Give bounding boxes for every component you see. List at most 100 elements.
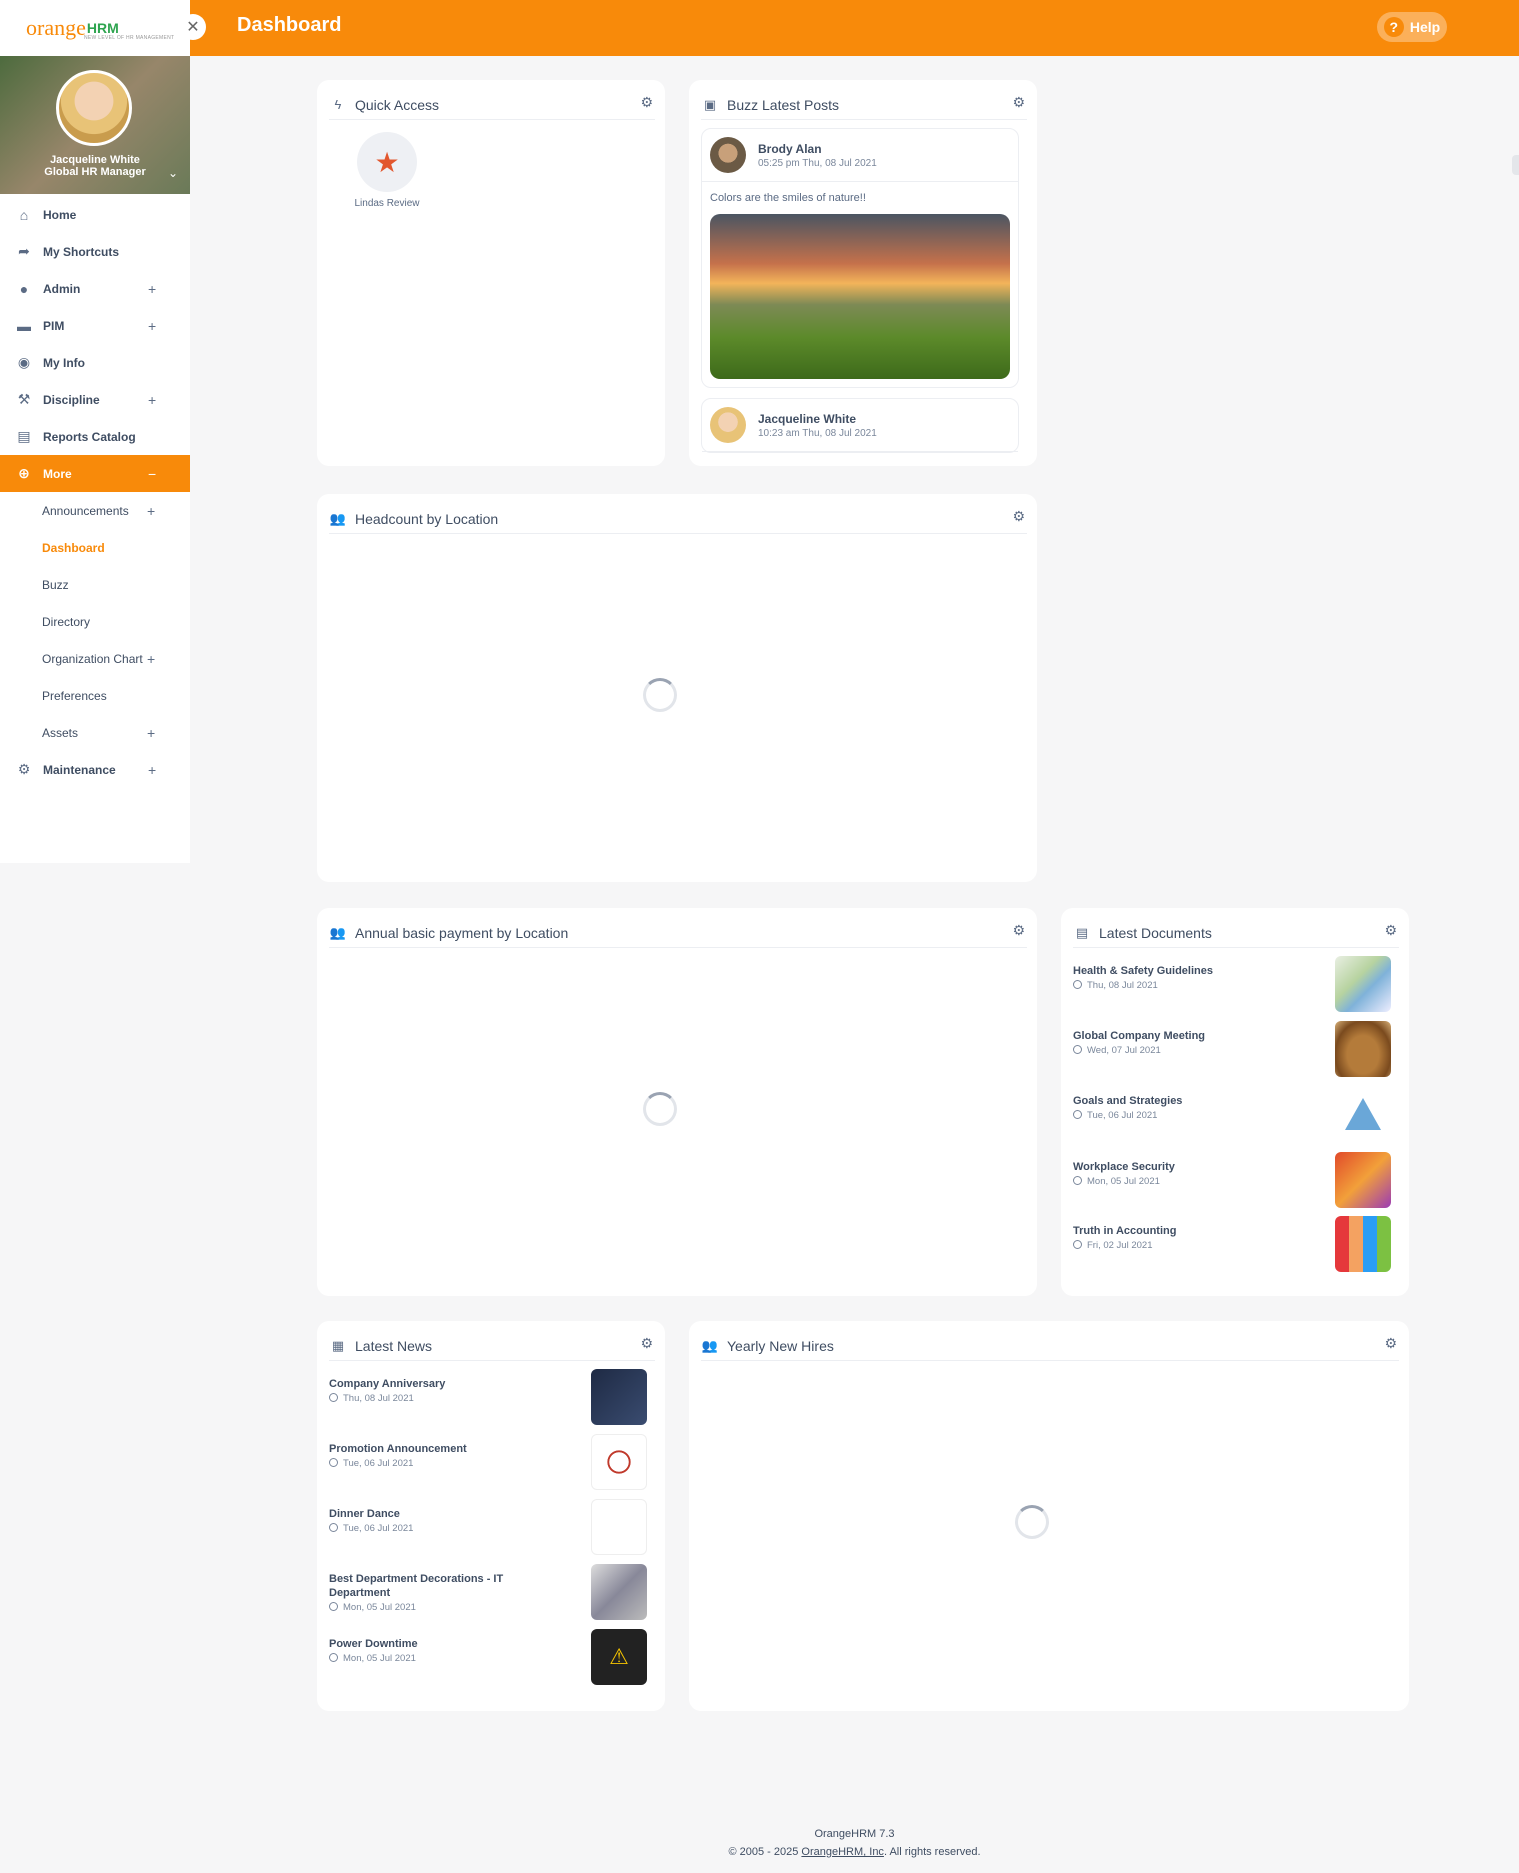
quick-access-label: Lindas Review <box>354 198 420 209</box>
logo-hrm: HRM <box>86 20 119 36</box>
subnav-label: Buzz <box>42 577 69 592</box>
gear-icon[interactable]: ⚙ <box>1012 922 1025 939</box>
post-author[interactable]: Jacqueline White <box>758 412 877 426</box>
people-icon: 👥 <box>701 1337 719 1353</box>
news-item[interactable]: Promotion Announcement Tue, 06 Jul 2021 <box>329 1434 647 1490</box>
expand-plus-icon[interactable]: + <box>148 762 156 778</box>
warning-icon[interactable]: ⚠ <box>591 1629 647 1685</box>
document-title[interactable]: Workplace Security <box>1073 1160 1273 1174</box>
gear-icon[interactable]: ⚙ <box>1384 922 1397 939</box>
document-thumbnail[interactable] <box>1335 1021 1391 1077</box>
gear-icon[interactable]: ⚙ <box>1012 94 1025 111</box>
post-author[interactable]: Brody Alan <box>758 142 877 156</box>
news-thumbnail[interactable] <box>591 1499 647 1555</box>
logo-text: orange <box>26 15 86 40</box>
news-item[interactable]: Best Department Decorations - IT Departm… <box>329 1564 647 1620</box>
news-item[interactable]: Dinner Dance Tue, 06 Jul 2021 <box>329 1499 647 1555</box>
news-title[interactable]: Company Anniversary <box>329 1377 529 1391</box>
document-date: Tue, 06 Jul 2021 <box>1073 1110 1157 1121</box>
expand-plus-icon[interactable]: + <box>148 318 156 334</box>
subnav-announcements[interactable]: Announcements + <box>0 492 190 529</box>
gear-icon[interactable]: ⚙ <box>1384 1335 1397 1352</box>
nav-pim[interactable]: ▬ PIM + <box>0 307 190 344</box>
buzz-post[interactable]: Jacqueline White 10:23 am Thu, 08 Jul 20… <box>701 398 1019 453</box>
expand-plus-icon[interactable]: + <box>147 725 155 741</box>
profile-name: Jacqueline White <box>50 154 140 166</box>
gear-icon[interactable]: ⚙ <box>640 1335 653 1352</box>
subnav-dashboard[interactable]: Dashboard <box>0 529 190 566</box>
quick-access-item[interactable]: ★ Lindas Review <box>347 132 427 209</box>
nav-reports-catalog[interactable]: ▤ Reports Catalog <box>0 418 190 455</box>
news-item[interactable]: Power Downtime Mon, 05 Jul 2021 ⚠ <box>329 1629 647 1685</box>
logo-tagline: NEW LEVEL OF HR MANAGEMENT <box>84 35 175 41</box>
news-item[interactable]: Company Anniversary Thu, 08 Jul 2021 <box>329 1369 647 1425</box>
user-profile-panel[interactable]: Jacqueline White Global HR Manager ⌄ <box>0 56 190 194</box>
document-date: Wed, 07 Jul 2021 <box>1073 1045 1161 1056</box>
post-text: Colors are the smiles of nature!! <box>710 192 866 204</box>
news-title[interactable]: Promotion Announcement <box>329 1442 529 1456</box>
gear-icon[interactable]: ⚙ <box>640 94 653 111</box>
subnav-organization-chart[interactable]: Organization Chart + <box>0 640 190 677</box>
nav-maintenance[interactable]: ⚙ Maintenance + <box>0 751 190 788</box>
nav-discipline[interactable]: ⚒ Discipline + <box>0 381 190 418</box>
document-title[interactable]: Global Company Meeting <box>1073 1029 1273 1043</box>
buzz-post[interactable]: Brody Alan 05:25 pm Thu, 08 Jul 2021 Col… <box>701 128 1019 388</box>
expand-plus-icon[interactable]: + <box>148 392 156 408</box>
post-header: Jacqueline White 10:23 am Thu, 08 Jul 20… <box>702 399 1018 452</box>
expand-plus-icon[interactable]: + <box>148 281 156 297</box>
profile-name-block: Jacqueline White Global HR Manager <box>0 154 190 178</box>
document-title[interactable]: Truth in Accounting <box>1073 1224 1273 1238</box>
document-thumbnail[interactable] <box>1335 1152 1391 1208</box>
document-title[interactable]: Goals and Strategies <box>1073 1094 1273 1108</box>
subnav-assets[interactable]: Assets + <box>0 714 190 751</box>
collapse-minus-icon[interactable]: − <box>148 466 156 482</box>
close-sidebar-button[interactable]: ✕ <box>180 14 206 40</box>
news-title[interactable]: Best Department Decorations - IT Departm… <box>329 1572 529 1600</box>
page-title: Dashboard <box>237 14 342 36</box>
widget-header: ▤ Latest Documents ⚙ <box>1073 918 1399 948</box>
expand-plus-icon[interactable]: + <box>147 651 155 667</box>
nav-label: More <box>43 466 72 481</box>
news-thumbnail[interactable] <box>591 1564 647 1620</box>
review-icon: ★ <box>357 132 417 192</box>
footer: OrangeHRM 7.3 © 2005 - 2025 OrangeHRM, I… <box>190 1825 1519 1861</box>
document-thumbnail[interactable] <box>1335 1086 1391 1142</box>
nav-more[interactable]: ⊕ More − <box>0 455 190 492</box>
news-title[interactable]: Dinner Dance <box>329 1507 529 1521</box>
document-item[interactable]: Goals and Strategies Tue, 06 Jul 2021 <box>1073 1086 1391 1142</box>
post-image[interactable] <box>710 214 1010 379</box>
news-thumbnail[interactable] <box>591 1434 647 1490</box>
subnav-buzz[interactable]: Buzz <box>0 566 190 603</box>
document-item[interactable]: Workplace Security Mon, 05 Jul 2021 <box>1073 1152 1391 1208</box>
subnav-label: Organization Chart <box>42 651 143 666</box>
nav-label: Discipline <box>43 392 100 407</box>
document-item[interactable]: Truth in Accounting Fri, 02 Jul 2021 <box>1073 1216 1391 1272</box>
gear-icon[interactable]: ⚙ <box>1012 508 1025 525</box>
news-thumbnail[interactable] <box>591 1369 647 1425</box>
nav-home[interactable]: ⌂ Home <box>0 196 190 233</box>
nav-my-shortcuts[interactable]: ➦ My Shortcuts <box>0 233 190 270</box>
widget-header: ▦ Latest News ⚙ <box>329 1331 655 1361</box>
expand-plus-icon[interactable]: + <box>147 503 155 519</box>
widget-title: Latest News <box>355 1337 433 1354</box>
document-icon: ▤ <box>1075 924 1089 940</box>
nav-my-info[interactable]: ◉ My Info <box>0 344 190 381</box>
help-button[interactable]: ? Help <box>1377 12 1447 42</box>
subnav-directory[interactable]: Directory <box>0 603 190 640</box>
document-thumbnail[interactable] <box>1335 1216 1391 1272</box>
document-title[interactable]: Health & Safety Guidelines <box>1073 964 1273 978</box>
company-link[interactable]: OrangeHRM, Inc <box>801 1846 884 1858</box>
buzz-widget: ▣ Buzz Latest Posts ⚙ Brody Alan 05:25 p… <box>689 80 1037 466</box>
clock-icon <box>1073 1045 1082 1054</box>
document-thumbnail[interactable] <box>1335 956 1391 1012</box>
sidebar: orange HRM NEW LEVEL OF HR MANAGEMENT Jac… <box>0 0 190 863</box>
news-title[interactable]: Power Downtime <box>329 1637 529 1651</box>
subnav-preferences[interactable]: Preferences <box>0 677 190 714</box>
side-panel-handle[interactable] <box>1512 155 1519 175</box>
news-date: Tue, 06 Jul 2021 <box>329 1458 413 1469</box>
nav-admin[interactable]: ● Admin + <box>0 270 190 307</box>
chevron-down-icon[interactable]: ⌄ <box>168 166 178 180</box>
document-item[interactable]: Health & Safety Guidelines Thu, 08 Jul 2… <box>1073 956 1391 1012</box>
buzz-post-list[interactable]: Brody Alan 05:25 pm Thu, 08 Jul 2021 Col… <box>701 128 1019 454</box>
document-item[interactable]: Global Company Meeting Wed, 07 Jul 2021 <box>1073 1021 1391 1077</box>
